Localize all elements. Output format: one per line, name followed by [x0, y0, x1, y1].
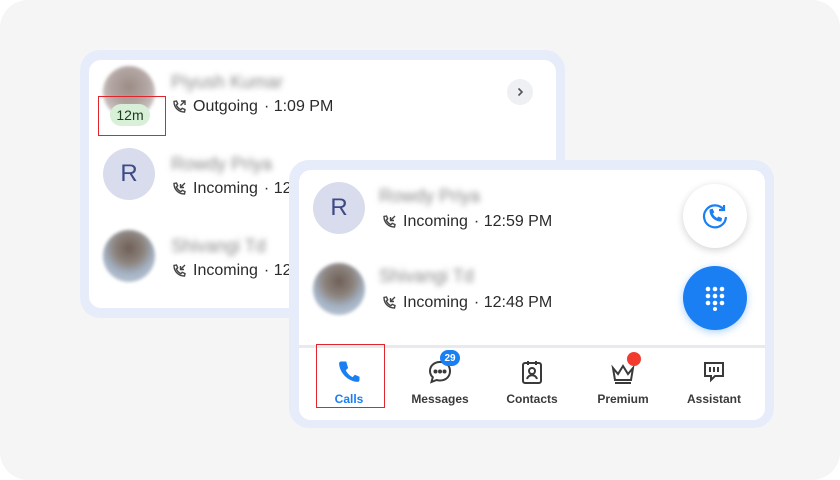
call-direction: Incoming	[403, 213, 468, 230]
nav-label: Contacts	[506, 392, 558, 406]
contact-name: Shivangi Td	[171, 236, 266, 256]
nav-assistant[interactable]: Assistant	[669, 354, 759, 414]
highlight-box	[98, 96, 166, 136]
contact-avatar: R	[103, 148, 155, 200]
call-detail: Incoming · 12	[171, 180, 292, 198]
chevron-right-icon[interactable]	[507, 79, 533, 105]
contact-name: Rowdy Priya	[379, 186, 481, 206]
dialpad-icon	[705, 286, 725, 311]
call-time: · 12:59 PM	[473, 213, 553, 230]
call-sync-icon	[702, 204, 728, 229]
nav-messages[interactable]: 29 Messages	[395, 350, 485, 414]
incoming-call-icon	[173, 182, 186, 195]
highlight-box	[316, 344, 385, 408]
incoming-call-icon	[383, 296, 396, 309]
video-call-button[interactable]	[683, 184, 747, 248]
contact-avatar	[103, 230, 155, 282]
nav-premium[interactable]: Premium	[578, 352, 668, 414]
nav-label: Assistant	[686, 392, 742, 406]
outgoing-call-icon	[173, 100, 186, 113]
contact-avatar	[313, 263, 365, 315]
call-detail: Outgoing · 1:09 PM	[171, 98, 333, 116]
nav-label: Premium	[597, 392, 649, 406]
call-detail: Incoming · 12:59 PM	[381, 213, 552, 231]
call-time: · 12	[263, 180, 292, 197]
message-icon: 29	[426, 350, 460, 386]
call-time: · 12	[263, 262, 292, 279]
dialpad-button[interactable]	[683, 266, 747, 330]
notification-dot	[627, 352, 641, 366]
call-time: · 1:09 PM	[263, 98, 334, 115]
call-detail: Incoming · 12	[171, 262, 292, 280]
contacts-icon	[518, 358, 546, 386]
assistant-icon	[700, 358, 728, 386]
contact-name: Rowdy Priya	[171, 154, 273, 174]
nav-label: Messages	[411, 392, 469, 406]
contact-name: Piyush Kumar	[171, 72, 284, 92]
call-direction: Incoming	[403, 294, 468, 311]
incoming-call-icon	[383, 215, 396, 228]
call-direction: Incoming	[193, 262, 258, 279]
call-time: · 12:48 PM	[473, 294, 553, 311]
unread-count-badge: 29	[440, 350, 460, 366]
contact-name: Shivangi Td	[379, 266, 474, 286]
crown-icon	[609, 352, 641, 386]
call-detail: Incoming · 12:48 PM	[381, 294, 552, 312]
call-direction: Incoming	[193, 180, 258, 197]
incoming-call-icon	[173, 264, 186, 277]
contact-avatar: R	[313, 182, 365, 234]
nav-contacts[interactable]: Contacts	[487, 354, 577, 414]
call-direction: Outgoing	[193, 98, 258, 115]
